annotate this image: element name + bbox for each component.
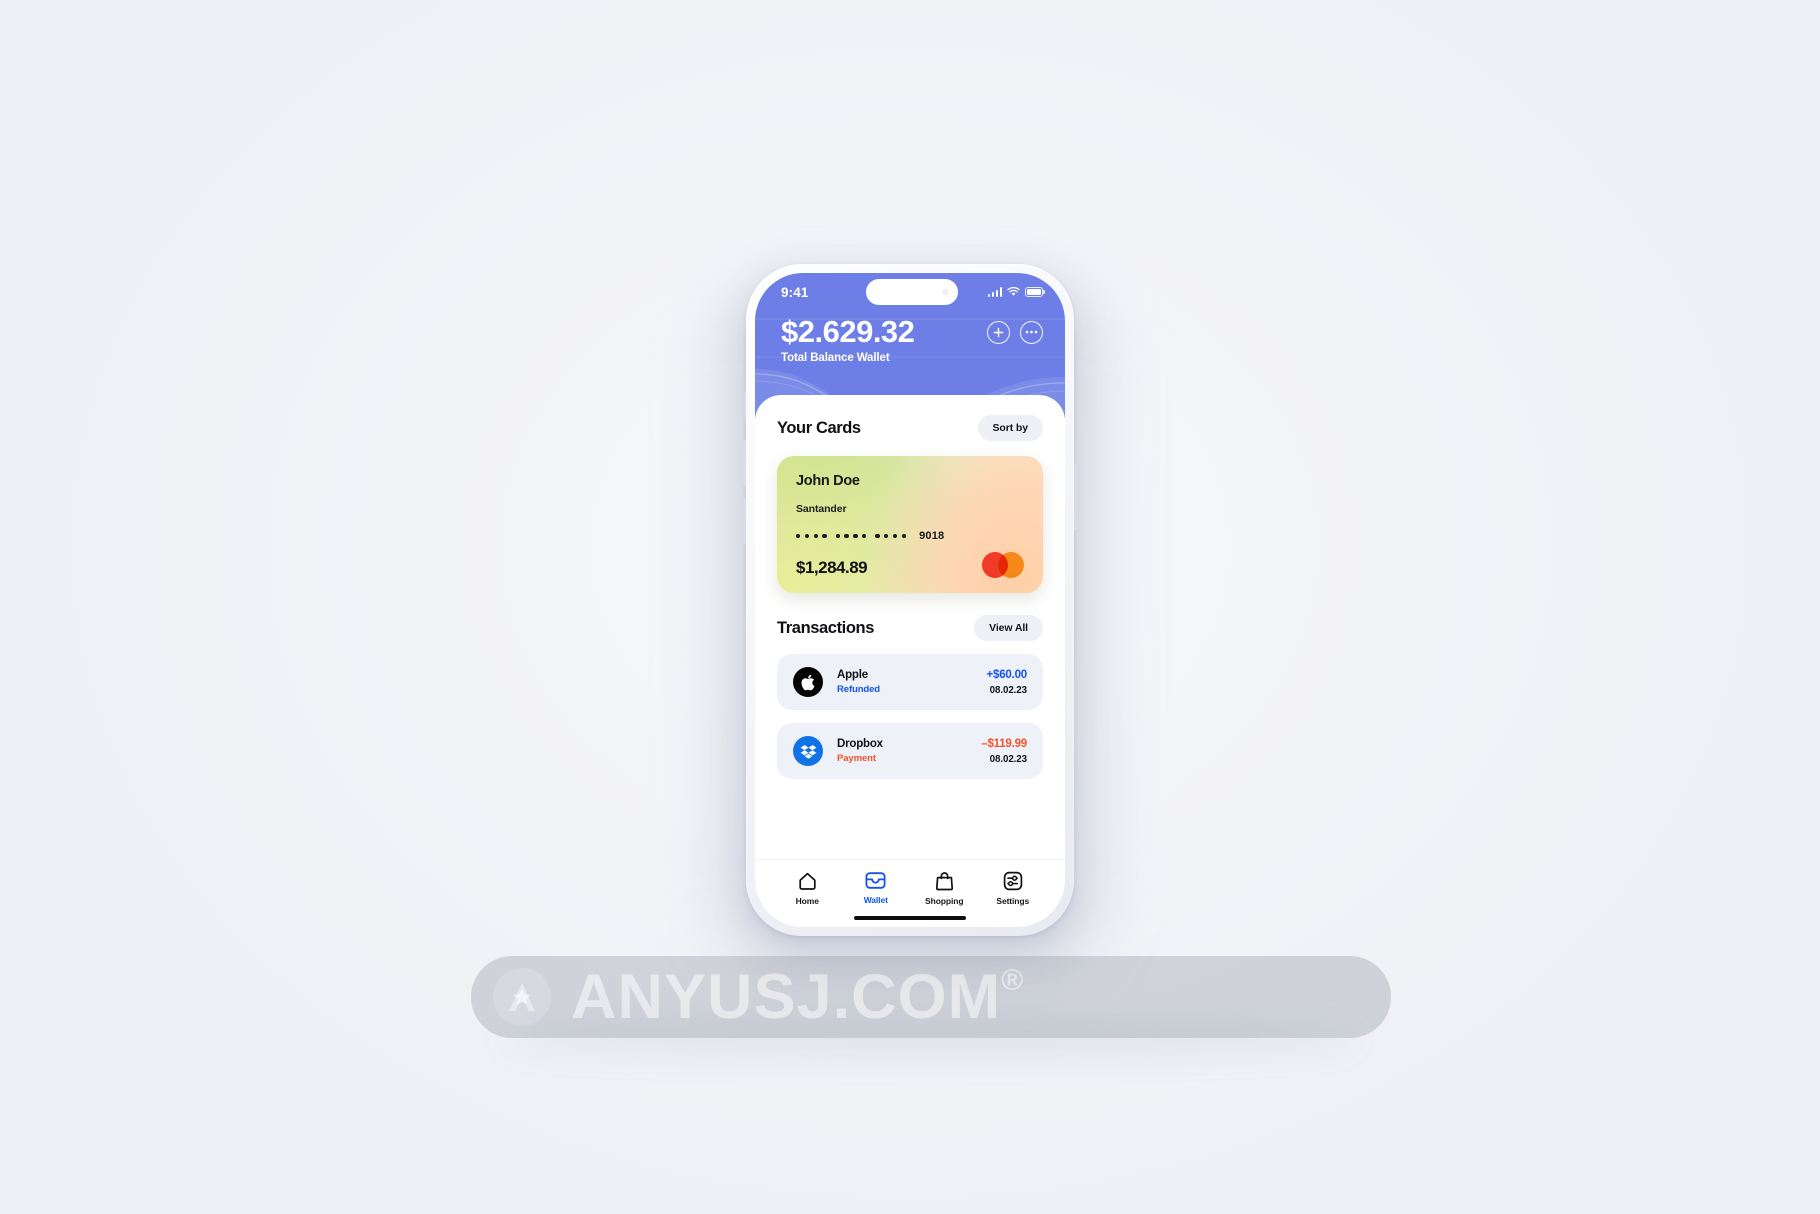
your-cards-header: Your Cards Sort by [777,415,1043,441]
nav-label: Wallet [863,894,888,905]
card-last-four: 9018 [919,530,945,542]
status-icons [981,287,1043,297]
bottom-navigation: Home Wallet Shopping Settings [755,858,1065,927]
card-number: 9018 [796,530,1024,542]
card-masked-group [875,533,907,539]
sort-by-button[interactable]: Sort by [977,415,1043,441]
header-actions [987,320,1043,344]
card-balance-amount: $1,284.89 [796,558,868,577]
sliders-settings-icon [1003,871,1022,890]
transaction-values: –$119.99 08.02.23 [981,738,1027,765]
status-bar: 9:41 [755,273,1065,311]
table-row[interactable]: Apple Refunded +$60.00 08.02.23 [777,654,1043,710]
wifi-icon [1007,287,1020,296]
transaction-amount: –$119.99 [981,737,1027,750]
apple-logo-icon [801,674,814,690]
transaction-type: Refunded [837,684,881,695]
nav-items: Home Wallet Shopping Settings [773,871,1047,906]
nav-item-shopping[interactable]: Shopping [910,871,979,906]
signal-bars-icon [987,287,1002,297]
watermark-registered-mark: ® [1001,963,1025,997]
merchant-name: Dropbox [837,738,883,750]
wallet-icon [865,871,886,889]
transactions-header: Transactions View All [777,615,1043,641]
total-balance-label: Total Balance Wallet [781,352,890,365]
transaction-amount: +$60.00 [986,668,1028,681]
your-cards-title: Your Cards [777,418,861,437]
add-button[interactable] [987,320,1010,344]
transactions-title: Transactions [777,618,874,637]
content-sheet: Your Cards Sort by John Doe Santander 90… [755,395,1065,927]
transaction-info: Apple Refunded [837,669,987,695]
credit-card[interactable]: John Doe Santander 9018 $1,284.89 [777,456,1043,593]
card-holder-name: John Doe [796,473,860,489]
nav-label: Shopping [925,895,964,906]
transaction-info: Dropbox Payment [837,738,981,764]
nav-item-settings[interactable]: Settings [979,871,1048,906]
nav-label: Settings [996,895,1030,906]
dropbox-logo-icon [800,744,816,759]
watermark-label: ANYUSJ.COM [571,961,1002,1032]
more-button[interactable] [1020,320,1043,344]
card-masked-group [796,533,827,539]
watermark-text: ANYUSJ.COM® [571,963,1025,1029]
merchant-avatar [793,736,823,766]
plus-circle-icon [993,327,1004,337]
home-indicator[interactable] [854,915,966,920]
total-balance-amount: $2.629.32 [781,314,915,349]
transactions-list: Apple Refunded +$60.00 08.02.23 Dropbox … [777,654,1043,779]
balance-row: $2.629.32 [755,311,1065,349]
table-row[interactable]: Dropbox Payment –$119.99 08.02.23 [777,723,1043,779]
transaction-date: 08.02.23 [989,684,1027,696]
view-all-button[interactable]: View All [974,615,1043,641]
watermark-banner: ANYUSJ.COM® [471,956,1391,1038]
phone-mockup: 9:41 $2.629.32 Total Balance Wallet Your… [720,264,1100,968]
shopping-bag-icon [935,871,953,890]
transaction-date: 08.02.23 [989,753,1027,765]
merchant-avatar [793,667,823,697]
nav-item-home[interactable]: Home [773,871,842,906]
card-bank-name: Santander [796,503,847,515]
star-a-logo-icon [493,968,551,1026]
card-footer: $1,284.89 [796,552,1024,578]
phone-frame: 9:41 $2.629.32 Total Balance Wallet Your… [746,264,1074,936]
ellipsis-circle-icon [1025,330,1038,334]
nav-item-wallet[interactable]: Wallet [842,871,911,906]
card-masked-group [835,533,867,539]
transaction-values: +$60.00 08.02.23 [987,669,1028,696]
mastercard-icon [982,552,1024,578]
home-icon [799,872,816,890]
phone-screen: 9:41 $2.629.32 Total Balance Wallet Your… [755,273,1065,927]
transaction-type: Payment [837,753,876,764]
merchant-name: Apple [837,669,868,681]
dynamic-island [866,279,958,305]
nav-label: Home [795,895,819,906]
battery-icon [1025,287,1043,297]
status-time: 9:41 [781,284,809,300]
